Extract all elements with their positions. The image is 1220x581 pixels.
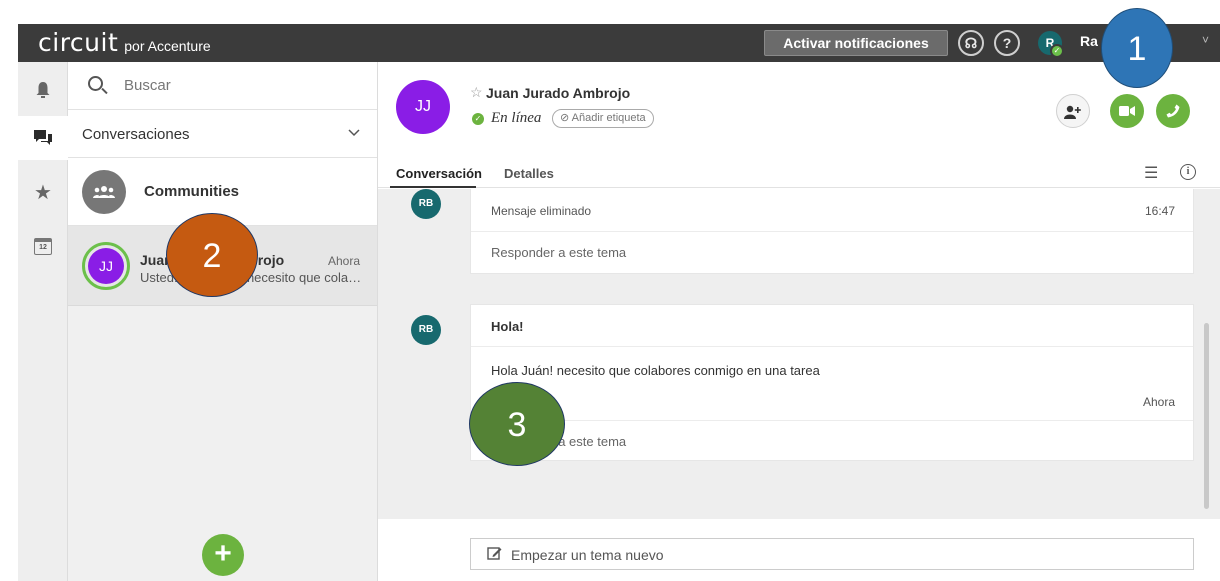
online-check-icon: ✓ xyxy=(472,113,484,125)
top-bar: circuit por Accenture Activar notificaci… xyxy=(18,24,1220,62)
new-topic-placeholder: Empezar un tema nuevo xyxy=(511,547,664,563)
chat-svg xyxy=(34,130,52,145)
conversation-tabs: Conversación Detalles ☰ i xyxy=(378,158,1220,188)
app-logo[interactable]: circuit por Accenture xyxy=(38,28,211,57)
message-time: Ahora xyxy=(1142,395,1175,409)
user-name[interactable]: Ra xyxy=(1080,33,1098,49)
topic-card: Mensaje eliminado 16:47 Responder a este… xyxy=(470,189,1194,274)
new-conversation-button[interactable]: + xyxy=(202,534,244,576)
chat-icon[interactable] xyxy=(18,116,68,160)
calendar-icon[interactable]: 12 xyxy=(18,224,68,268)
card-divider xyxy=(471,420,1193,421)
pencil-svg xyxy=(487,547,502,560)
list-view-icon[interactable]: ☰ xyxy=(1144,163,1158,183)
phone-icon xyxy=(1166,104,1180,118)
callout-marker-2: 2 xyxy=(166,213,258,297)
add-user-button[interactable] xyxy=(1056,94,1090,128)
topic-title: Hola! xyxy=(491,319,524,334)
communities-label: Communities xyxy=(144,183,240,200)
star-icon[interactable]: ★ xyxy=(18,170,68,214)
conversation-main: JJ ☆ Juan Jurado Ambrojo ✓ En línea ⊘ Añ… xyxy=(378,62,1220,581)
deleted-message-text: Mensaje eliminado xyxy=(491,204,592,218)
user-status-check-icon: ✓ xyxy=(1050,44,1064,58)
favorite-star-icon[interactable]: ☆ xyxy=(470,84,483,101)
conversation-filter[interactable]: Conversaciones xyxy=(68,110,377,158)
search-icon xyxy=(88,76,103,91)
search-bar[interactable]: Buscar xyxy=(68,62,377,110)
thread-scrollbar[interactable] xyxy=(1204,323,1209,509)
info-icon[interactable]: i xyxy=(1180,164,1196,180)
headset-icon[interactable]: ☊ xyxy=(958,30,984,56)
calendar-day: 12 xyxy=(34,237,52,255)
conversation-time: Ahora xyxy=(328,254,361,268)
logo-subtitle: por Accenture xyxy=(124,38,211,54)
active-tab-indicator xyxy=(390,186,476,188)
bell-icon[interactable] xyxy=(18,68,68,112)
presence-status: En línea xyxy=(491,110,542,126)
sender-avatar[interactable]: RB xyxy=(411,189,441,219)
reply-to-topic-link[interactable]: Responder a este tema xyxy=(491,245,626,260)
topic-card: Hola! Hola Juán! necesito que colabores … xyxy=(470,304,1194,461)
people-group-icon xyxy=(82,170,126,214)
people-svg xyxy=(93,186,115,198)
chevron-down-icon[interactable] xyxy=(348,124,360,140)
filter-label: Conversaciones xyxy=(82,126,190,143)
new-topic-composer[interactable]: Empezar un tema nuevo xyxy=(470,538,1194,570)
tab-details[interactable]: Detalles xyxy=(504,166,554,181)
message-body: Hola Juán! necesito que colabores conmig… xyxy=(491,363,820,378)
tab-conversation[interactable]: Conversación xyxy=(396,166,482,181)
sender-avatar[interactable]: RB xyxy=(411,315,441,345)
contact-name[interactable]: Juan Jurado Ambrojo xyxy=(486,85,630,101)
bell-svg xyxy=(36,82,50,98)
contact-avatar[interactable]: JJ xyxy=(396,80,450,134)
topic-title-row: Hola! xyxy=(471,305,1193,347)
left-rail: ★ 12 xyxy=(18,62,68,581)
add-tag-button[interactable]: ⊘ Añadir etiqueta xyxy=(552,109,654,128)
video-camera-icon xyxy=(1119,106,1135,116)
callout-marker-1: 1 xyxy=(1101,8,1173,88)
callout-marker-3: 3 xyxy=(469,382,565,466)
message-thread[interactable]: RB Mensaje eliminado 16:47 Responder a e… xyxy=(378,189,1220,519)
logo-wordmark: circuit xyxy=(38,28,119,57)
help-icon[interactable]: ? xyxy=(994,30,1020,56)
avatar: JJ xyxy=(88,248,124,284)
video-call-button[interactable] xyxy=(1110,94,1144,128)
user-menu-chevron-icon[interactable]: ˅ xyxy=(1202,33,1209,47)
enable-notifications-button[interactable]: Activar notificaciones xyxy=(764,30,948,56)
circuit-app: circuit por Accenture Activar notificaci… xyxy=(0,0,1220,581)
deleted-message-row: Mensaje eliminado 16:47 xyxy=(471,189,1193,232)
compose-pencil-icon xyxy=(487,546,502,565)
audio-call-button[interactable] xyxy=(1156,94,1190,128)
add-tag-label: Añadir etiqueta xyxy=(571,112,646,124)
conversation-list-panel: Buscar Conversaciones Communities JJ Jua… xyxy=(68,62,378,581)
message-time: 16:47 xyxy=(1144,204,1175,218)
add-user-icon xyxy=(1064,105,1081,119)
search-input[interactable]: Buscar xyxy=(124,77,171,94)
chevron-svg xyxy=(348,129,360,137)
tag-icon: ⊘ xyxy=(560,112,572,124)
